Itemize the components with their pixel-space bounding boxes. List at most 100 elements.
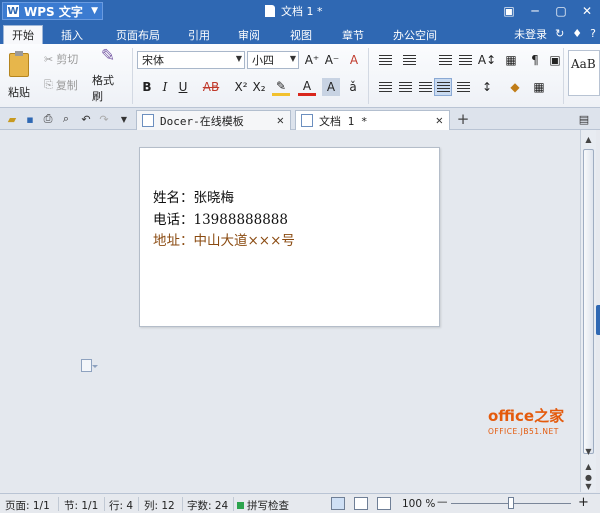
tab-list-icon[interactable]: ▤ [576, 111, 592, 127]
customize-toolbar-icon[interactable]: ▼ [116, 111, 132, 127]
close-tab-icon[interactable]: ✕ [277, 113, 284, 127]
paste-label: 粘贴 [8, 85, 30, 99]
bullets-icon [378, 54, 392, 66]
vertical-scrollbar[interactable]: ▲ ▼ ▲ ● ▼ [580, 130, 596, 492]
borders-button[interactable]: ▦ [530, 78, 548, 96]
maximize-button[interactable]: ▢ [548, 0, 574, 22]
scroll-up-icon[interactable]: ▲ [583, 134, 594, 145]
skin-button[interactable]: ▣ [496, 0, 522, 22]
ribbon-divider [132, 48, 133, 104]
align-left-button[interactable] [376, 78, 394, 96]
chevron-down-icon: ▼ [91, 6, 98, 16]
previous-page-icon[interactable]: ▲ [583, 461, 594, 472]
grow-font-button[interactable]: A⁺ [303, 51, 321, 69]
cut-button[interactable]: ✂ 剪切 [44, 51, 78, 67]
page-indicator[interactable]: 页面: 1/1 [5, 498, 50, 513]
align-right-button[interactable] [416, 78, 434, 96]
refresh-icon[interactable]: ↻ [555, 27, 564, 40]
app-menu-button[interactable]: W WPS 文字 ▼ [2, 2, 103, 20]
help-button[interactable]: ? [590, 27, 596, 40]
font-color-icon: A [302, 78, 312, 93]
login-link[interactable]: 未登录 [514, 26, 547, 42]
bullets-button[interactable] [376, 51, 394, 69]
next-page-icon[interactable]: ▼ [583, 481, 594, 492]
tab-document-1[interactable]: 文档 1 * ✕ [295, 110, 450, 130]
tab-review[interactable]: 审阅 [232, 25, 266, 44]
clipboard-icon [9, 50, 29, 77]
font-color-button[interactable]: A [298, 78, 316, 96]
clear-format-button[interactable]: A [345, 51, 363, 69]
outline-view-button[interactable] [354, 497, 368, 510]
underline-button[interactable]: U [174, 78, 192, 96]
decrease-indent-button[interactable] [436, 51, 454, 69]
distributed-button[interactable] [454, 78, 472, 96]
tab-view[interactable]: 视图 [284, 25, 318, 44]
select-button[interactable]: ▣ [546, 51, 564, 69]
close-button[interactable]: ✕ [574, 0, 600, 22]
zoom-out-button[interactable]: — [437, 496, 448, 508]
tab-references[interactable]: 引用 [182, 25, 216, 44]
document-workspace[interactable]: 姓名：张晓梅 电话：13988888888 地址：中山大道×××号 office… [0, 130, 580, 492]
zoom-slider-handle[interactable] [508, 497, 514, 509]
phone-line[interactable]: 电话：13988888888 [153, 208, 288, 228]
paste-button[interactable]: 粘贴 [6, 50, 32, 102]
tab-home[interactable]: 开始 [3, 25, 43, 44]
increase-indent-button[interactable] [456, 51, 474, 69]
font-size-select[interactable]: 小四 ▼ [247, 51, 299, 69]
print-preview-icon[interactable]: ⌕ [58, 111, 74, 127]
tab-docer-templates[interactable]: Docer-在线模板 ✕ [136, 110, 291, 130]
align-left-icon [378, 81, 392, 93]
justify-button[interactable] [434, 78, 452, 96]
tab-chapter[interactable]: 章节 [336, 25, 370, 44]
name-line[interactable]: 姓名：张晓梅 [153, 186, 234, 206]
page-view-button[interactable] [331, 497, 345, 510]
minimize-button[interactable]: ─ [522, 0, 548, 22]
highlight-button[interactable]: ✎ [272, 78, 290, 96]
scrollbar-thumb[interactable] [583, 149, 594, 454]
tab-insert[interactable]: 插入 [52, 25, 92, 44]
address-line[interactable]: 地址：中山大道×××号 [153, 229, 295, 249]
format-painter-button[interactable]: ✎ 格式刷 [92, 46, 124, 103]
document-page[interactable]: 姓名：张晓梅 电话：13988888888 地址：中山大道×××号 [139, 147, 440, 327]
scroll-down-icon[interactable]: ▼ [583, 446, 594, 457]
italic-button[interactable]: I [156, 78, 174, 96]
strikethrough-button[interactable]: AB [198, 78, 224, 96]
justify-icon [436, 81, 450, 93]
phonetic-button[interactable]: ǎ [344, 78, 362, 96]
redo-icon[interactable]: ↷ [96, 111, 112, 127]
font-name-select[interactable]: 宋体 ▼ [137, 51, 245, 69]
open-folder-icon[interactable]: ▰ [4, 111, 20, 127]
shirt-icon[interactable]: ♦ [572, 27, 582, 40]
bold-button[interactable]: B [138, 78, 156, 96]
web-view-button[interactable] [377, 497, 391, 510]
superscript-button[interactable]: X² [232, 78, 250, 96]
style-preview[interactable]: AaB [568, 50, 600, 96]
text-direction-button[interactable]: A↕ [478, 51, 496, 69]
undo-icon[interactable]: ↶ [78, 111, 94, 127]
show-marks-button[interactable]: ¶ [526, 51, 544, 69]
indent-icon [458, 54, 472, 66]
side-panel-handle[interactable] [596, 305, 600, 335]
spellcheck-toggle[interactable]: 拼写检查 [237, 498, 289, 513]
spellcheck-status-icon [237, 502, 244, 509]
numbering-button[interactable] [400, 51, 418, 69]
word-count[interactable]: 字数: 24 [187, 498, 228, 513]
paragraph-layout-icon[interactable] [81, 359, 98, 372]
zoom-level[interactable]: 100 % [402, 498, 435, 510]
shading-button[interactable]: ◆ [506, 78, 524, 96]
new-tab-button[interactable]: + [455, 110, 471, 128]
save-icon[interactable]: ▪ [22, 111, 38, 127]
line-spacing-button[interactable]: ↕ [478, 78, 496, 96]
table-button[interactable]: ▦ [502, 51, 520, 69]
docer-tab-label: Docer-在线模板 [160, 114, 244, 128]
copy-button[interactable]: ⎘ 复制 [44, 77, 78, 93]
shrink-font-button[interactable]: A⁻ [323, 51, 341, 69]
tab-office-space[interactable]: 办公空间 [388, 25, 442, 44]
align-center-button[interactable] [396, 78, 414, 96]
char-shading-button[interactable]: A [322, 78, 340, 96]
tab-page-layout[interactable]: 页面布局 [110, 25, 166, 44]
zoom-in-button[interactable]: + [578, 495, 589, 510]
subscript-button[interactable]: X₂ [250, 78, 268, 96]
print-icon[interactable]: ⎙ [40, 111, 56, 127]
close-tab-icon[interactable]: ✕ [436, 113, 443, 127]
